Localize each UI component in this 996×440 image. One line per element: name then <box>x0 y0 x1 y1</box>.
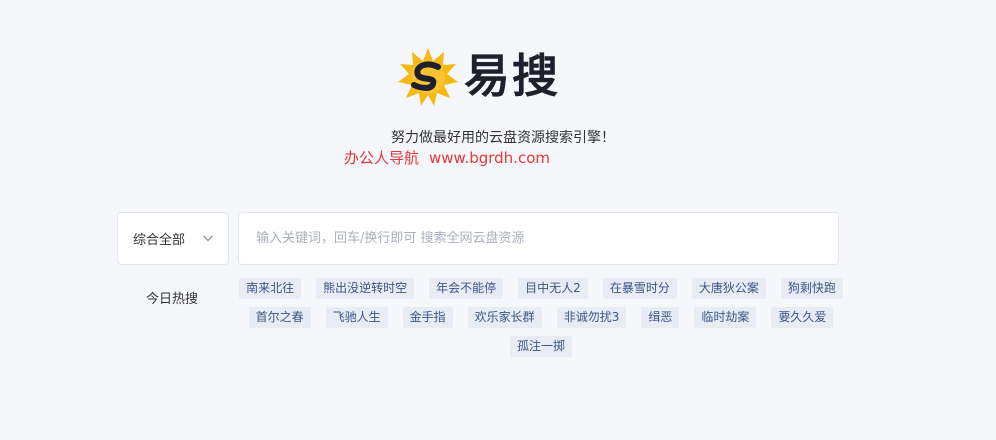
hot-tag[interactable]: 年会不能停 <box>429 278 504 299</box>
sun-s-logo-icon <box>398 48 458 106</box>
promo-link[interactable]: 办公人导航 www.bgrdh.com <box>344 147 550 168</box>
chevron-down-icon <box>203 235 213 242</box>
hot-tag[interactable]: 非诚勿扰3 <box>556 307 627 328</box>
hot-tag[interactable]: 熊出没逆转时空 <box>316 278 415 299</box>
brand-name: 易搜 <box>464 49 560 103</box>
hot-tag[interactable]: 临时劫案 <box>694 307 757 328</box>
search-type-label: 综合全部 <box>133 233 186 248</box>
hot-tag[interactable]: 飞驰人生 <box>325 307 388 328</box>
hot-tag[interactable]: 目中无人2 <box>518 278 588 299</box>
hot-tag[interactable]: 缉恶 <box>641 307 680 328</box>
hot-tag[interactable]: 大唐狄公案 <box>691 278 766 299</box>
search-input[interactable] <box>239 213 838 264</box>
hot-tag[interactable]: 在暴雪时分 <box>602 278 677 299</box>
hot-tag[interactable]: 孤注一掷 <box>509 336 572 357</box>
search-type-select[interactable]: 综合全部 <box>117 212 229 265</box>
hot-search-label: 今日热搜 <box>146 292 199 307</box>
hot-search-tags: 南来北往 熊出没逆转时空 年会不能停 目中无人2 在暴雪时分 大唐狄公案 狗剩快… <box>238 278 844 357</box>
hot-tag[interactable]: 金手指 <box>402 307 453 328</box>
search-box <box>238 212 839 265</box>
hot-tag[interactable]: 要久久爱 <box>771 307 834 328</box>
hot-tag[interactable]: 首尔之春 <box>248 307 311 328</box>
slogan: 努力做最好用的云盘资源搜索引擎！ <box>391 130 615 146</box>
logo[interactable]: 易搜 <box>398 45 560 107</box>
hot-tag[interactable]: 欢乐家长群 <box>467 307 542 328</box>
hot-tag[interactable]: 狗剩快跑 <box>780 278 843 299</box>
promo-name: 办公人导航 <box>344 149 420 167</box>
promo-url: www.bgrdh.com <box>429 149 550 167</box>
hot-tag[interactable]: 南来北往 <box>239 278 302 299</box>
